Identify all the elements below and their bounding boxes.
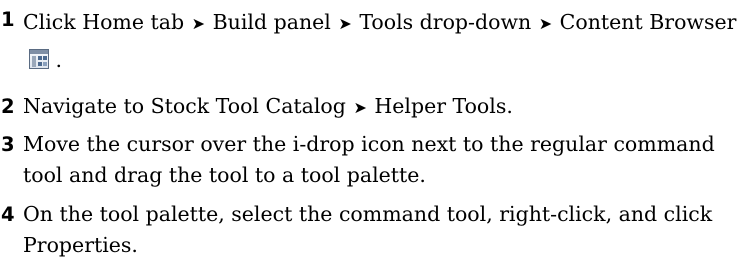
step-part: Helper Tools.: [374, 94, 513, 118]
step-3: 3 Move the cursor over the i-drop icon n…: [0, 129, 755, 191]
step-number: 4: [1, 203, 15, 226]
step-4: 4 On the tool palette, select the comman…: [0, 199, 755, 261]
step-part: Content Browser: [559, 10, 737, 34]
step-part: Build panel: [212, 10, 331, 34]
arrow-icon: ➤: [191, 14, 206, 33]
step-text: Move the cursor over the i-drop icon nex…: [23, 132, 715, 187]
step-part: Navigate to Stock Tool Catalog: [23, 94, 346, 118]
arrow-icon: ➤: [338, 14, 352, 33]
step-part: Click Home tab: [23, 10, 185, 34]
step-part: Tools drop-down: [359, 10, 532, 34]
arrow-icon: ➤: [538, 14, 553, 33]
step-text: On the tool palette, select the command …: [23, 202, 713, 257]
step-text: Click Home tab ➤ Build panel ➤ Tools dro…: [23, 4, 755, 79]
step-number: 3: [1, 133, 15, 156]
arrow-icon: ➤: [353, 98, 367, 117]
step-2: 2 Navigate to Stock Tool Catalog ➤ Helpe…: [0, 91, 755, 123]
step-text: Navigate to Stock Tool Catalog ➤ Helper …: [23, 91, 755, 123]
step-end: .: [55, 48, 63, 72]
content-browser-icon: [29, 49, 49, 69]
step-number: 1: [1, 8, 15, 31]
step-number: 2: [1, 95, 15, 118]
instruction-steps: 1 Click Home tab ➤ Build panel ➤ Tools d…: [0, 4, 755, 261]
step-1: 1 Click Home tab ➤ Build panel ➤ Tools d…: [0, 4, 755, 79]
